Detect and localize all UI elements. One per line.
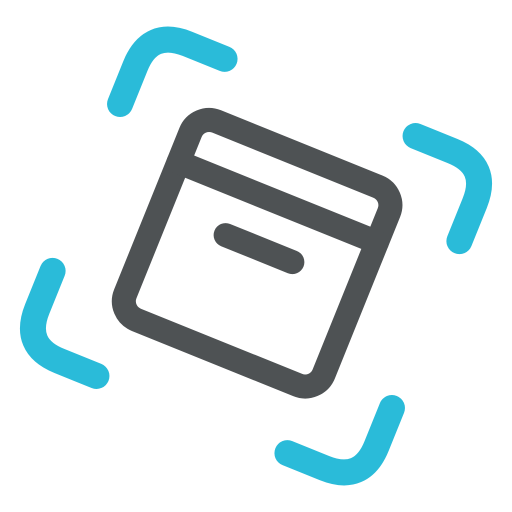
scan-archive-box-icon (20, 26, 492, 486)
archive-box-icon (111, 107, 403, 399)
scan-corner-bottom-left (20, 257, 110, 389)
icon-canvas (0, 0, 512, 512)
archive-box-handle (213, 223, 305, 275)
scan-corner-top-right (402, 123, 492, 255)
